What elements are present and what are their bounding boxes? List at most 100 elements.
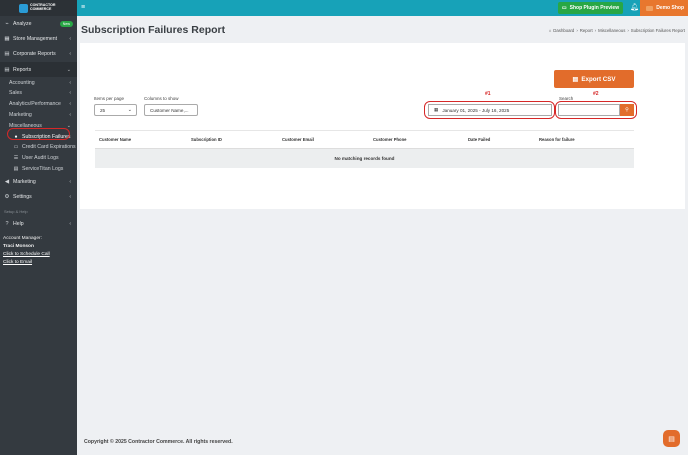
chevron-left-icon: ‹ [69, 220, 71, 227]
question-circle-icon: ? [5, 220, 9, 227]
sidebar-item-label: Analyze [13, 20, 32, 27]
items-per-page-select[interactable]: 25 ⌄ [94, 104, 137, 116]
sidebar-subitem-label: Sales [9, 90, 22, 97]
report-table: Customer Name Subscription ID Customer E… [95, 130, 634, 168]
chevron-left-icon: ‹ [69, 111, 71, 118]
footer-copyright: Copyright © 2025 Contractor Commerce. Al… [84, 439, 233, 445]
column-header[interactable]: Date Failed [464, 137, 535, 142]
account-manager: Account Manager: Traci Monson Click to S… [0, 231, 77, 271]
column-header[interactable]: Subscription ID [187, 137, 278, 142]
email-link[interactable]: Click to Email [3, 259, 74, 267]
chevron-left-icon: ‹ [69, 51, 71, 58]
log-icon: ▤ [13, 165, 19, 172]
annotation-oval-2 [555, 101, 637, 119]
home-icon: ⌂ [548, 28, 552, 33]
report-card: ▤ Export CSV Items per page 25 ⌄ Columns… [80, 43, 685, 209]
annotation-oval-1 [424, 101, 555, 119]
sidebar-item-corporate-reports[interactable]: ▤ Corporate Reports ‹ [0, 47, 77, 62]
columns-select[interactable]: Customer Name,... [144, 104, 198, 116]
export-csv-label: Export CSV [581, 75, 616, 83]
breadcrumb-link[interactable]: Miscellaneous [598, 28, 625, 33]
export-csv-button[interactable]: ▤ Export CSV [554, 70, 634, 88]
chevron-right-icon: › [594, 28, 597, 33]
sidebar-item-label: Help [13, 220, 24, 227]
chevron-down-icon: ⌄ [127, 107, 132, 113]
topbar: ≡ ▭ Shop Plugin Preview 🔔︎ Demo Shop [77, 0, 688, 16]
items-per-page-label: Items per page [94, 96, 125, 101]
sidebar-item-label: Marketing [13, 179, 36, 185]
sidebar-item-marketing[interactable]: ◀ Marketing ‹ [0, 174, 77, 189]
sidebar-subitem-label: Marketing [9, 111, 32, 118]
sidebar-link-label: ServiceTitan Logs [22, 165, 64, 172]
column-header[interactable]: Customer Phone [369, 137, 464, 142]
sidebar-item-settings[interactable]: ⚙ Settings ‹ [0, 190, 77, 205]
breadcrumb-link[interactable]: Report [580, 28, 593, 33]
column-header[interactable]: Reason for failure [535, 137, 634, 142]
breadcrumb-link[interactable]: Dashboard [553, 28, 574, 33]
shop-switcher[interactable]: Demo Shop [640, 0, 688, 16]
chevron-left-icon: ‹ [69, 194, 71, 201]
table-header: Customer Name Subscription ID Customer E… [95, 130, 634, 149]
chevron-left-icon: ‹ [69, 35, 71, 42]
sidebar-link-label: User Audit Logs [22, 155, 59, 162]
highlight-annotation [7, 128, 70, 140]
sidebar: CONTRACTOR COMMERCE ⌁ Analyze New ▦ Stor… [0, 0, 77, 455]
store-icon: ▦ [4, 35, 10, 42]
sidebar-subitem-sales[interactable]: Sales ‹ [0, 88, 77, 99]
sidebar-subitem-label: Accounting [9, 79, 35, 86]
empty-message: No matching records found [95, 149, 634, 168]
account-manager-label: Account Manager: [3, 236, 42, 242]
chat-icon: ▤ [668, 435, 675, 443]
sidebar-subitem-marketing[interactable]: Marketing ‹ [0, 110, 77, 121]
sidebar-link-user-audit-logs[interactable]: ☰ User Audit Logs [0, 153, 77, 164]
chat-button[interactable]: ▤ [663, 430, 680, 447]
sidebar-subitem-accounting[interactable]: Accounting ‹ [0, 77, 77, 88]
chevron-left-icon: ‹ [69, 79, 71, 86]
sidebar-subitem-label: Analytics/Performance [9, 101, 61, 108]
sidebar-link-credit-card-expirations[interactable]: ▭ Credit Card Expirations [0, 142, 77, 153]
chevron-left-icon: ‹ [69, 90, 71, 97]
shop-name: Demo Shop [656, 5, 684, 11]
sidebar-section-label: Setup & Help [4, 208, 28, 214]
logo-icon [19, 3, 28, 13]
sidebar-link-servicetitan-logs[interactable]: ▤ ServiceTitan Logs [0, 164, 77, 175]
chart-line-icon: ⌁ [5, 20, 9, 27]
annotation-label-1: #1 [485, 91, 491, 97]
schedule-call-link[interactable]: Click to Schedule Call [3, 251, 74, 259]
chevron-down-icon: ⌄ [66, 122, 71, 129]
file-icon: ▤ [572, 75, 579, 83]
column-header[interactable]: Customer Name [95, 137, 187, 142]
user-icon: ☰ [13, 155, 19, 162]
shop-plugin-preview-button[interactable]: ▭ Shop Plugin Preview [558, 2, 623, 14]
column-header[interactable]: Customer Email [278, 137, 369, 142]
monitor-icon: ▭ [561, 5, 567, 11]
chevron-left-icon: ‹ [69, 179, 71, 185]
sidebar-item-help[interactable]: ? Help ‹ [0, 216, 77, 231]
sidebar-item-analyze[interactable]: ⌁ Analyze New [0, 16, 77, 31]
shop-plugin-preview-label: Shop Plugin Preview [569, 5, 620, 11]
logo: CONTRACTOR COMMERCE [19, 3, 58, 13]
brand[interactable]: CONTRACTOR COMMERCE [0, 0, 77, 16]
bell-icon[interactable]: 🔔︎ [630, 3, 639, 11]
columns-value: Customer Name,... [150, 107, 189, 113]
chevron-right-icon: › [576, 28, 578, 33]
page-title: Subscription Failures Report [81, 24, 226, 36]
items-per-page-value: 25 [100, 107, 106, 113]
shop-avatar [646, 5, 654, 11]
table-icon: ▤ [4, 51, 10, 58]
chevron-left-icon: ‹ [69, 101, 71, 108]
sidebar-item-label: Corporate Reports [13, 51, 56, 58]
breadcrumb-current: Subscription Failures Report [630, 28, 685, 33]
account-manager-name: Traci Monson [3, 244, 34, 250]
sidebar-item-store-management[interactable]: ▦ Store Management ‹ [0, 31, 77, 46]
sidebar-item-label: Settings [13, 194, 32, 201]
sidebar-link-label: Credit Card Expirations [22, 144, 76, 151]
sidebar-item-reports[interactable]: ▤ Reports ⌄ [0, 61, 77, 78]
hamburger-menu-icon[interactable]: ≡ [81, 4, 85, 11]
megaphone-icon: ◀ [4, 179, 10, 185]
annotation-label-2: #2 [593, 91, 599, 97]
columns-label: Columns to show [144, 96, 179, 101]
breadcrumb: ⌂ Dashboard › Report › Miscellaneous › S… [549, 28, 685, 33]
chevron-down-icon: ⌄ [66, 66, 71, 73]
sidebar-subitem-analytics[interactable]: Analytics/Performance ‹ [0, 99, 77, 110]
